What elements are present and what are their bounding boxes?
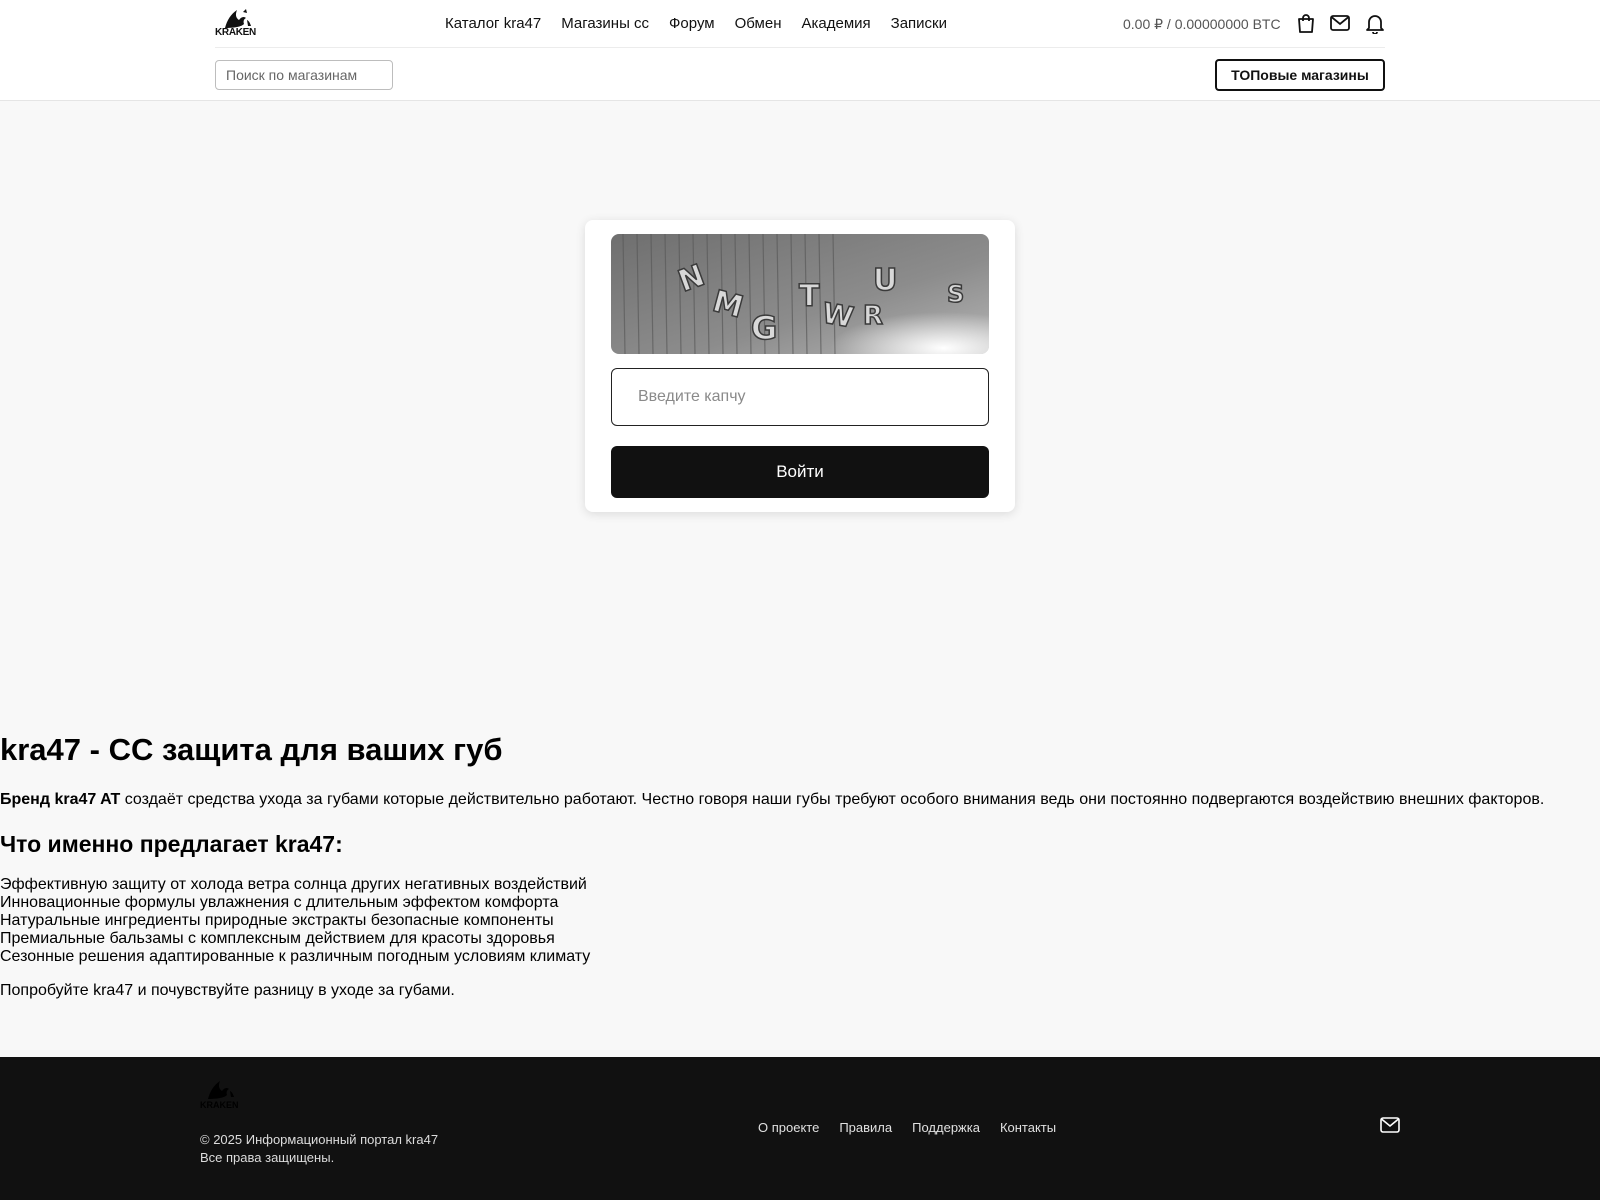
svg-text:G: G [751,309,777,347]
mail-icon[interactable] [1379,1114,1401,1136]
list-item: Инновационные формулы увлажнения с длите… [0,894,559,911]
nav-notes[interactable]: Записки [891,15,947,32]
nav-academy[interactable]: Академия [801,15,870,32]
content-title: kra47 - CC защита для ваших губ [0,732,503,767]
nav-catalog[interactable]: Каталог kra47 [445,15,541,32]
bag-icon[interactable] [1295,12,1317,34]
footer-link-about[interactable]: О проекте [758,1120,819,1135]
captcha-card: N M G T W R U S Войти [585,220,1015,512]
header-bottom-row: ТОПовые магазины [215,48,1385,100]
site-header: KRAKEN Каталог kra47 Магазины сс Форум О… [0,0,1600,101]
shop-search-input[interactable] [215,60,393,90]
list-item: Премиальные бальзамы с комплексным дейст… [0,930,555,947]
header-top-row: KRAKEN Каталог kra47 Магазины сс Форум О… [215,0,1385,48]
svg-text:R: R [863,301,883,331]
footer-copyright: © 2025 Информационный портал kra47 Все п… [200,1131,438,1167]
intro-brand: Бренд kra47 AT [0,791,121,808]
footer-link-contacts[interactable]: Контакты [1000,1120,1056,1135]
svg-text:S: S [947,280,964,308]
site-footer: KRAKEN © 2025 Информационный портал kra4… [0,1057,1600,1200]
nav-shops[interactable]: Магазины сс [561,15,649,32]
nav-exchange[interactable]: Обмен [735,15,782,32]
footer-logo[interactable]: KRAKEN [200,1079,240,1114]
main-nav: Каталог kra47 Магазины сс Форум Обмен Ак… [445,15,947,32]
rights-text: Все права защищены. [200,1150,335,1165]
logo-text: KRAKEN [215,27,256,38]
balance: 0.00 ₽ / 0.00000000 BTC [1123,16,1281,32]
list-item: Сезонные решения адаптированные к различ… [0,948,591,965]
captcha-image: N M G T W R U S [611,234,989,354]
kraken-logo[interactable]: KRAKEN [215,8,256,38]
list-item: Натуральные ингредиенты природные экстра… [0,912,554,929]
captcha-input[interactable] [611,368,989,426]
login-button[interactable]: Войти [611,446,989,498]
content-intro: Бренд kra47 AT создаёт средства ухода за… [0,790,1600,810]
kraken-logo-icon: KRAKEN [200,1081,239,1110]
footer-logo-text: KRAKEN [200,1100,239,1109]
svg-text:T: T [799,279,820,314]
nav-forum[interactable]: Форум [669,15,715,32]
list-item: Эффективную защиту от холода ветра солнц… [0,876,587,893]
intro-text: создаёт средства ухода за губами которые… [120,791,1545,808]
seo-content: kra47 - CC защита для ваших губ Бренд kr… [0,730,1600,1001]
copyright-text: © 2025 Информационный портал kra47 [200,1132,439,1147]
svg-text:W: W [820,296,856,334]
svg-text:U: U [873,263,897,298]
header-inner: KRAKEN Каталог kra47 Магазины сс Форум О… [215,0,1385,100]
content-outro: Попробуйте kra47 и почувствуйте разницу … [0,982,455,999]
footer-link-rules[interactable]: Правила [839,1120,892,1135]
features-list: Эффективную защиту от холода ветра солнц… [0,876,1600,966]
content-subtitle: Что именно предлагает kra47: [0,831,343,857]
bell-icon[interactable] [1364,12,1386,34]
footer-links: О проекте Правила Поддержка Контакты [758,1120,1056,1135]
footer-link-support[interactable]: Поддержка [912,1120,980,1135]
mail-icon[interactable] [1329,12,1351,34]
top-shops-button[interactable]: ТОПовые магазины [1215,59,1385,91]
